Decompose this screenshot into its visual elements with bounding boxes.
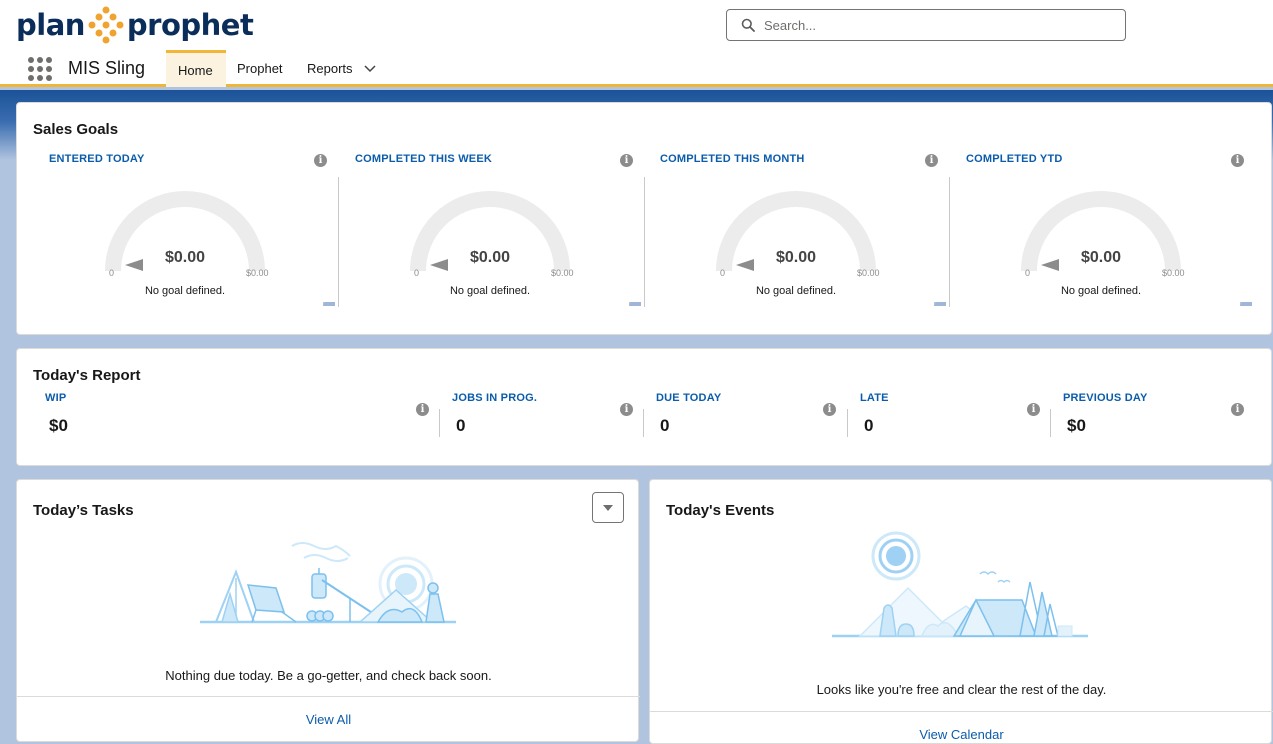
metric-label: COMPLETED THIS WEEK xyxy=(355,153,493,165)
tasks-empty-message: Nothing due today. Be a go-getter, and c… xyxy=(165,668,492,683)
metric-divider xyxy=(338,177,339,307)
gauge-value: $0.00 xyxy=(1080,249,1122,266)
tab-reports-label: Reports xyxy=(307,61,353,76)
tab-prophet[interactable]: Prophet xyxy=(225,50,295,87)
search-input[interactable] xyxy=(764,17,1104,33)
app-launcher-icon[interactable] xyxy=(28,57,52,81)
logo-text-left: plan xyxy=(16,8,85,42)
plan-prophet-logo[interactable]: plan prophet xyxy=(16,6,254,44)
info-icon[interactable]: i xyxy=(1231,403,1244,416)
sales-goals-title: Sales Goals xyxy=(33,121,119,138)
info-icon[interactable]: i xyxy=(620,154,633,167)
global-header: plan prophet xyxy=(0,0,1273,50)
gauge-max: $0.00 xyxy=(857,268,880,278)
gauge-note: No goal defined. xyxy=(1060,285,1142,297)
gauge-note: No goal defined. xyxy=(449,285,531,297)
todays-events-card: Today's Events Looks like you're free an… xyxy=(649,479,1273,744)
gauge-value: $0.00 xyxy=(775,249,817,266)
gauge-max: $0.00 xyxy=(246,268,269,278)
metric-divider xyxy=(644,177,645,307)
todays-report-card: Today's Report WIP $0 i JOBS IN PROG. 0 … xyxy=(16,348,1272,466)
tab-reports[interactable]: Reports xyxy=(295,50,389,87)
view-all-link[interactable]: View All xyxy=(17,712,640,727)
view-calendar-link[interactable]: View Calendar xyxy=(650,727,1273,742)
report-divider xyxy=(439,409,440,437)
report-value-late: 0 xyxy=(864,416,874,435)
todays-tasks-card: Today’s Tasks Nothing due today. Be a go… xyxy=(16,479,640,742)
app-name: MIS Sling xyxy=(68,58,146,78)
card-footer-divider xyxy=(17,696,640,697)
gauge-max: $0.00 xyxy=(551,268,574,278)
metric-label: COMPLETED YTD xyxy=(966,153,1063,165)
info-icon[interactable]: i xyxy=(416,403,429,416)
search-icon xyxy=(741,18,755,32)
report-divider xyxy=(847,409,848,437)
card-footer-divider xyxy=(650,711,1273,712)
metric-label: ENTERED TODAY xyxy=(49,153,145,165)
report-label-previous-day: PREVIOUS DAY xyxy=(1063,392,1148,404)
sales-goals-card: Sales Goals ENTERED TODAY i $0.00 0 $0.0… xyxy=(16,102,1272,335)
chevron-down-icon xyxy=(603,504,613,511)
resize-handle xyxy=(323,302,335,306)
camping-illustration xyxy=(200,542,456,624)
resize-handle xyxy=(629,302,641,306)
report-label-jobs-in-progress: JOBS IN PROG. xyxy=(452,392,538,404)
gauge-note: No goal defined. xyxy=(144,285,226,297)
resize-handle xyxy=(934,302,946,306)
info-icon[interactable]: i xyxy=(1027,403,1040,416)
events-empty-message: Looks like you're free and clear the res… xyxy=(816,682,1107,697)
tab-home[interactable]: Home xyxy=(166,50,226,87)
gauge-min: 0 xyxy=(109,268,115,278)
global-search[interactable] xyxy=(726,9,1126,41)
report-label-late: LATE xyxy=(860,392,889,404)
report-value-due-today: 0 xyxy=(660,416,670,435)
metric-divider xyxy=(949,177,950,307)
info-icon[interactable]: i xyxy=(823,403,836,416)
todays-tasks-title: Today’s Tasks xyxy=(33,502,134,519)
logo-text-right: prophet xyxy=(126,8,254,42)
events-illustration xyxy=(832,531,1088,638)
report-value-wip: $0 xyxy=(49,416,68,435)
todays-events-title: Today's Events xyxy=(666,502,775,519)
gauge-note: No goal defined. xyxy=(755,285,837,297)
info-icon[interactable]: i xyxy=(314,154,327,167)
gauge-min: 0 xyxy=(414,268,420,278)
tab-prophet-label: Prophet xyxy=(237,61,283,76)
tab-home-label: Home xyxy=(178,62,213,78)
gauge-min: 0 xyxy=(1025,268,1031,278)
report-value-jobs-in-progress: 0 xyxy=(456,416,466,435)
gauge-min: 0 xyxy=(720,268,726,278)
report-label-due-today: DUE TODAY xyxy=(656,392,722,404)
gauge-value: $0.00 xyxy=(164,249,206,266)
report-value-previous-day: $0 xyxy=(1067,416,1086,435)
gauge-value: $0.00 xyxy=(469,249,511,266)
info-icon[interactable]: i xyxy=(925,154,938,167)
report-divider xyxy=(643,409,644,437)
logo-mark-icon xyxy=(88,6,124,44)
report-label-wip: WIP xyxy=(45,392,67,404)
info-icon[interactable]: i xyxy=(1231,154,1244,167)
tasks-menu-button[interactable] xyxy=(592,492,624,523)
metric-label: COMPLETED THIS MONTH xyxy=(660,153,805,165)
report-divider xyxy=(1050,409,1051,437)
info-icon[interactable]: i xyxy=(620,403,633,416)
app-nav-bar: MIS Sling Home Prophet Reports xyxy=(0,50,1273,87)
gauge-max: $0.00 xyxy=(1162,268,1185,278)
todays-report-title: Today's Report xyxy=(33,367,141,384)
resize-handle xyxy=(1240,302,1252,306)
chevron-down-icon[interactable] xyxy=(363,64,377,74)
